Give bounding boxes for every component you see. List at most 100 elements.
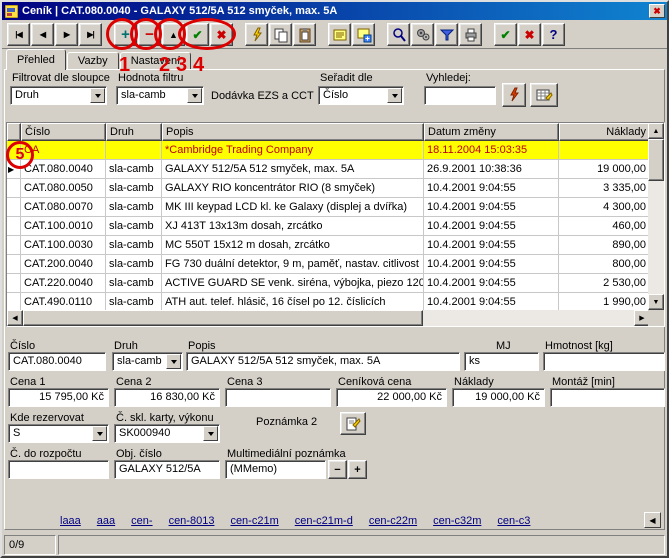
minus-icon: −: [334, 464, 340, 476]
cislo-field[interactable]: CAT.080.0040: [8, 352, 106, 371]
mmemo-plus-button[interactable]: +: [348, 460, 367, 479]
note-pencil-icon: [345, 416, 361, 432]
ok-button[interactable]: ✔: [494, 23, 517, 46]
cenikova-cena-field[interactable]: 22 000,00 Kč: [336, 388, 447, 407]
chevron-down-icon[interactable]: [90, 88, 105, 103]
obj-cislo-field[interactable]: GALAXY 512/5A: [114, 460, 220, 479]
first-record-button[interactable]: |◀: [7, 23, 30, 46]
triangle-left-icon: ◀: [649, 516, 655, 525]
table-row[interactable]: CAT.100.0010 sla-camb XJ 413T 13x13m dos…: [7, 217, 664, 236]
chevron-down-icon[interactable]: [166, 354, 181, 369]
tab-vazby[interactable]: Vazby: [67, 52, 119, 70]
column-header-datum[interactable]: Datum změny: [424, 123, 559, 141]
skl-karty-select[interactable]: SK000940: [114, 424, 220, 443]
scroll-left-button[interactable]: ◀: [7, 310, 23, 326]
apply-filter-button[interactable]: [502, 83, 526, 107]
chevron-down-icon[interactable]: [187, 88, 202, 103]
cell-datum: 10.4.2001 9:04:55: [424, 217, 559, 236]
horizontal-scroll-thumb[interactable]: [23, 310, 423, 326]
search-input[interactable]: [424, 86, 496, 105]
naklady-field[interactable]: 19 000,00 Kč: [452, 388, 545, 407]
chevron-down-icon[interactable]: [203, 426, 218, 441]
table-row[interactable]: CAT.200.0040 sla-camb FG 730 duální dete…: [7, 255, 664, 274]
filter-column-select[interactable]: Druh: [10, 86, 107, 105]
link-tab[interactable]: cen-c32m: [433, 515, 481, 527]
mmemo-minus-button[interactable]: −: [328, 460, 347, 479]
table-row[interactable]: CAT.100.0030 sla-camb MC 550T 15x12 m do…: [7, 236, 664, 255]
copy-button[interactable]: [269, 23, 292, 46]
close-button[interactable]: ✖: [649, 4, 665, 18]
notebook-add-button[interactable]: [352, 23, 375, 46]
column-header-naklady[interactable]: Náklady: [559, 123, 650, 141]
table-row[interactable]: CAT.080.0050 sla-camb GALAXY RIO koncent…: [7, 179, 664, 198]
link-tab[interactable]: cen-c21m-d: [295, 515, 353, 527]
link-tab[interactable]: cen-c21m: [230, 515, 278, 527]
scroll-up-button[interactable]: ▲: [648, 123, 664, 139]
tab-nastaveni[interactable]: Nastavení: [120, 52, 192, 70]
vertical-scrollbar[interactable]: ▲ ▼: [648, 123, 664, 310]
column-header-popis[interactable]: Popis: [162, 123, 424, 141]
cena2-field[interactable]: 16 830,00 Kč: [114, 388, 220, 407]
title-bar[interactable]: Ceník | CAT.080.0040 - GALAXY 512/5A 512…: [2, 2, 667, 20]
tab-prehled[interactable]: Přehled: [6, 49, 66, 70]
link-tab[interactable]: aaa: [97, 515, 115, 527]
poznamka2-label: Poznámka 2: [256, 416, 317, 428]
settings-button[interactable]: [411, 23, 434, 46]
kde-rezervovat-select[interactable]: S: [8, 424, 109, 443]
link-tab[interactable]: cen-c22m: [369, 515, 417, 527]
filter-value-select[interactable]: sla-camb: [116, 86, 204, 105]
linkbar-scroll-left-button[interactable]: ◀: [644, 512, 661, 528]
cena1-field[interactable]: 15 795,00 Kč: [8, 388, 109, 407]
link-tab[interactable]: laaa: [60, 515, 81, 527]
post-edit-button[interactable]: ✔: [186, 23, 209, 46]
vertical-scroll-thumb[interactable]: [648, 139, 664, 181]
notebook-button[interactable]: [328, 23, 351, 46]
refresh-button[interactable]: [245, 23, 268, 46]
last-record-button[interactable]: ▶|: [79, 23, 102, 46]
column-header-cislo[interactable]: Číslo: [21, 123, 106, 141]
help-button[interactable]: ?: [542, 23, 565, 46]
druh-select[interactable]: sla-camb: [112, 352, 183, 371]
chevron-down-icon[interactable]: [387, 88, 402, 103]
popis-field[interactable]: GALAXY 512/5A 512 smyček, max. 5A: [186, 352, 460, 371]
cancel-edit-button[interactable]: ✖: [210, 23, 233, 46]
paste-button[interactable]: [293, 23, 316, 46]
minus-icon: −: [145, 26, 154, 43]
previous-record-button[interactable]: ◀: [31, 23, 54, 46]
close-form-button[interactable]: ✖: [518, 23, 541, 46]
print-button[interactable]: [459, 23, 482, 46]
sort-select[interactable]: Číslo: [318, 86, 404, 105]
mmemo-field[interactable]: (MMemo): [225, 460, 326, 479]
horizontal-scrollbar[interactable]: ◀ ▶: [7, 310, 650, 326]
mj-field[interactable]: ks: [464, 352, 539, 371]
edit-record-button[interactable]: ▲: [162, 23, 185, 46]
search-button[interactable]: [387, 23, 410, 46]
filter-column-value: Druh: [15, 89, 39, 101]
filter-value-description: Dodávka EZS a CCT: [211, 90, 314, 102]
rozpocet-field[interactable]: [8, 460, 109, 479]
cena3-field[interactable]: [225, 388, 331, 407]
column-header-druh[interactable]: Druh: [106, 123, 162, 141]
records-table: Číslo Druh Popis Datum změny Náklady CA …: [6, 122, 665, 327]
delete-record-button[interactable]: −: [138, 23, 161, 46]
link-tab[interactable]: cen-: [131, 515, 152, 527]
scroll-down-button[interactable]: ▼: [648, 294, 664, 310]
montaz-field[interactable]: [550, 388, 665, 407]
link-tab[interactable]: cen-c3: [497, 515, 530, 527]
next-record-button[interactable]: ▶: [55, 23, 78, 46]
poznamka2-button[interactable]: [340, 412, 366, 435]
grid-edit-button[interactable]: [530, 83, 558, 107]
obj-cislo-label: Obj. číslo: [116, 448, 162, 460]
mmemo-label: Multimediální poznámka: [227, 448, 346, 460]
chevron-down-icon[interactable]: [92, 426, 107, 441]
sort-label: Seřadit dle: [320, 72, 373, 84]
table-row[interactable]: CAT.080.0070 sla-camb MK III keypad LCD …: [7, 198, 664, 217]
hmotnost-field[interactable]: [543, 352, 665, 371]
table-row-selected[interactable]: ▶ CAT.080.0040 sla-camb GALAXY 512/5A 51…: [7, 160, 664, 179]
add-record-button[interactable]: +: [114, 23, 137, 46]
cell-cislo: CAT.220.0040: [21, 274, 106, 293]
table-row[interactable]: CAT.220.0040 sla-camb ACTIVE GUARD SE ve…: [7, 274, 664, 293]
link-tab[interactable]: cen-8013: [169, 515, 215, 527]
filter-button[interactable]: [435, 23, 458, 46]
table-row[interactable]: CA *Cambridge Trading Company 18.11.2004…: [7, 141, 664, 160]
